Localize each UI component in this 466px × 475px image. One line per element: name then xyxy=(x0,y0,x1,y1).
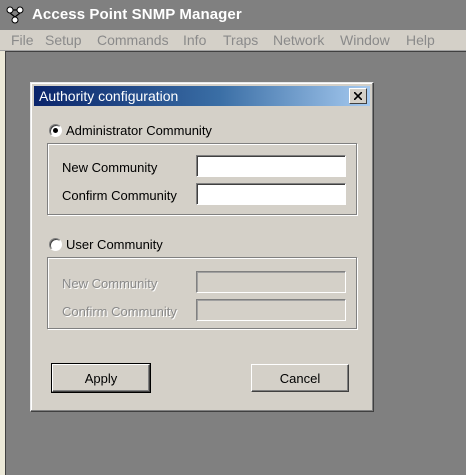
dialog-title: Authority configuration xyxy=(39,88,179,104)
network-nodes-icon xyxy=(6,6,24,24)
menu-setup[interactable]: Setup xyxy=(45,32,82,48)
admin-community-group: New Community Confirm Community xyxy=(47,143,357,215)
apply-button[interactable]: Apply xyxy=(51,363,151,393)
menu-network[interactable]: Network xyxy=(273,32,324,48)
cancel-button[interactable]: Cancel xyxy=(251,364,349,392)
user-new-community-label: New Community xyxy=(62,276,158,291)
user-community-group: New Community Confirm Community xyxy=(47,257,357,329)
menu-file[interactable]: File xyxy=(11,32,34,48)
user-community-label: User Community xyxy=(66,237,163,252)
app-title: Access Point SNMP Manager xyxy=(32,6,242,23)
menu-traps[interactable]: Traps xyxy=(223,32,258,48)
authority-configuration-dialog: Authority configuration Administrator Co… xyxy=(30,82,374,412)
menu-window[interactable]: Window xyxy=(340,32,390,48)
admin-confirm-community-label: Confirm Community xyxy=(62,188,177,203)
user-radio-button[interactable] xyxy=(49,238,62,251)
radio-selected-dot xyxy=(53,128,58,133)
admin-confirm-community-input[interactable] xyxy=(196,183,346,205)
admin-new-community-label: New Community xyxy=(62,160,158,175)
menu-bar: File Setup Commands Info Traps Network W… xyxy=(0,30,466,51)
app-title-bar[interactable]: Access Point SNMP Manager xyxy=(0,0,466,30)
close-button[interactable] xyxy=(349,88,367,104)
menu-info[interactable]: Info xyxy=(183,32,206,48)
user-new-community-input xyxy=(196,271,346,293)
dialog-title-bar[interactable]: Authority configuration xyxy=(34,86,370,106)
admin-community-label: Administrator Community xyxy=(66,123,212,138)
menu-commands[interactable]: Commands xyxy=(97,32,169,48)
menu-help[interactable]: Help xyxy=(406,32,435,48)
admin-new-community-input[interactable] xyxy=(196,155,346,177)
close-icon xyxy=(354,92,362,100)
user-confirm-community-label: Confirm Community xyxy=(62,304,177,319)
admin-radio-button[interactable] xyxy=(49,124,62,137)
user-confirm-community-input xyxy=(196,299,346,321)
